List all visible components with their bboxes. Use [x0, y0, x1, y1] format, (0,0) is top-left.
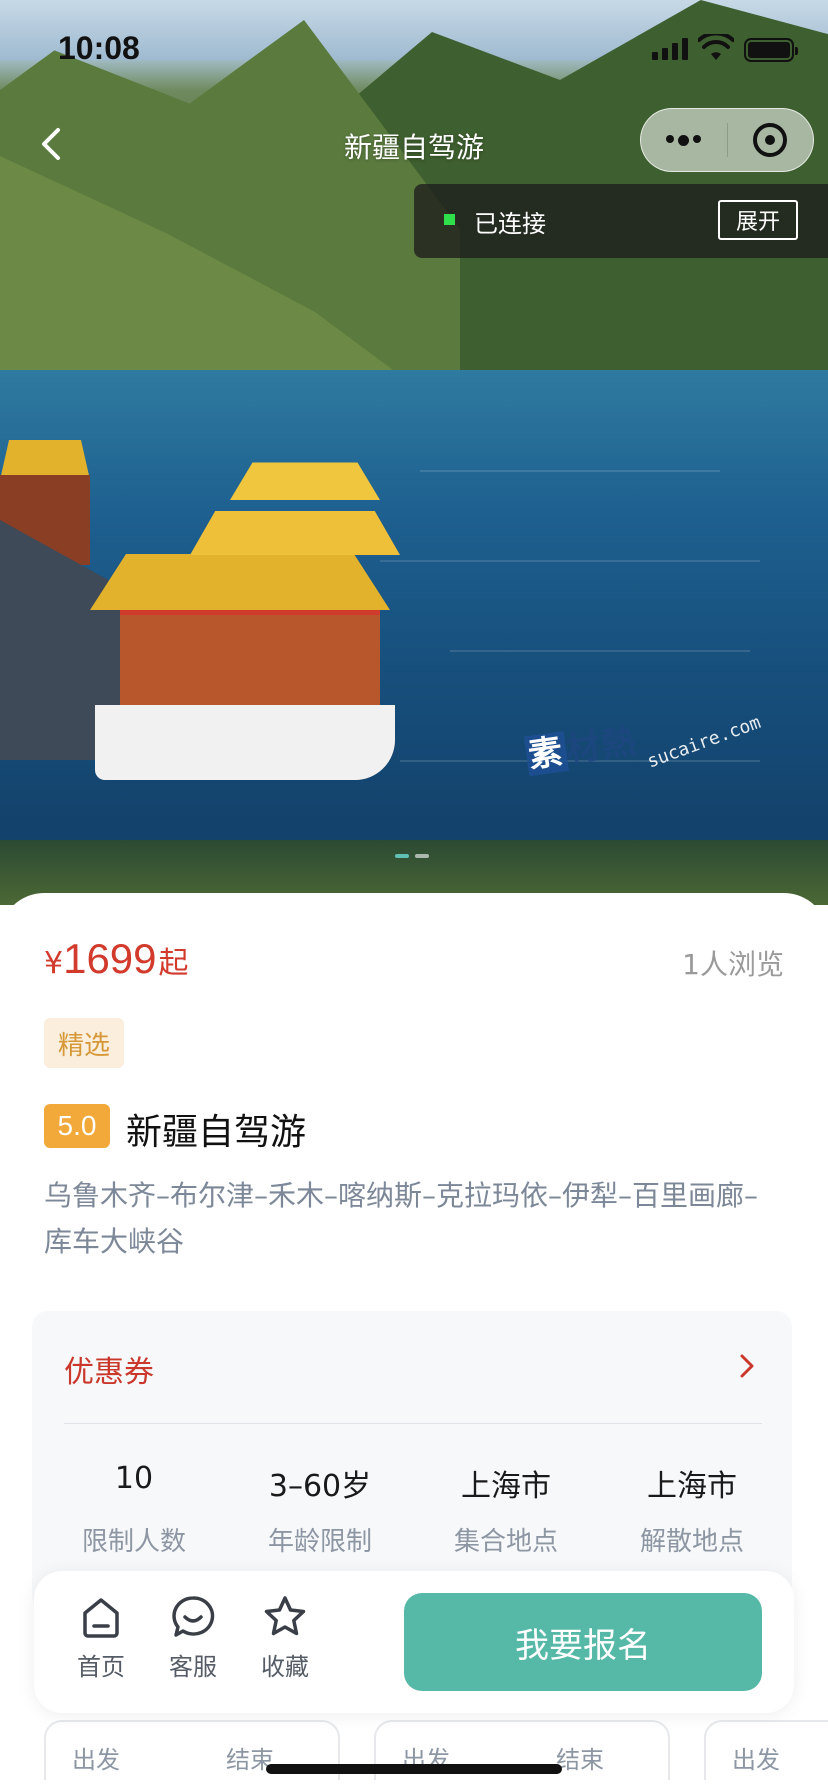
- connected-indicator-icon: [444, 214, 455, 225]
- trip-info: 10 限制人数 3–60岁 年龄限制 上海市 集合地点 上海市 解散地点: [64, 1461, 762, 1558]
- rating-badge: 5.0: [44, 1104, 110, 1148]
- carousel-indicator[interactable]: [395, 854, 429, 858]
- connection-banner: 已连接 展开: [414, 184, 828, 258]
- customer-service-icon: [172, 1596, 215, 1637]
- stat-dismissal-point: 上海市 解散地点: [639, 1469, 744, 1557]
- stat-age-limit: 3–60岁 年龄限制: [267, 1469, 372, 1557]
- home-icon: [83, 1598, 119, 1638]
- bottom-action-bar: 首页 客服 收藏 我要报名: [34, 1571, 794, 1713]
- tab-customer-service[interactable]: 客服: [148, 1593, 238, 1682]
- star-icon: [264, 1596, 306, 1636]
- route-description: 乌鲁木齐–布尔津–禾木–喀纳斯–克拉玛依–伊犁–百里画廊–库车大峡谷: [44, 1179, 759, 1258]
- product-title: 新疆自驾游: [126, 1112, 307, 1153]
- more-icon[interactable]: [641, 134, 727, 146]
- divider: [64, 1423, 762, 1424]
- status-time: 10:08: [58, 30, 140, 66]
- close-icon[interactable]: [728, 123, 814, 157]
- connection-status: 已连接: [474, 210, 546, 238]
- carousel-dot[interactable]: [395, 854, 409, 858]
- view-count: 1人浏览: [682, 948, 784, 981]
- signal-icon: [652, 38, 688, 60]
- expand-button[interactable]: 展开: [718, 200, 798, 240]
- mini-program-capsule: [640, 108, 814, 172]
- price: ¥ 1699 起: [44, 935, 189, 982]
- info-panel: 优惠券 10 限制人数 3–60岁 年龄限制 上海市 集合地点 上海市 解散地点: [32, 1311, 792, 1611]
- coupon-row[interactable]: 优惠券: [64, 1339, 764, 1399]
- chevron-right-icon: [740, 1354, 754, 1378]
- featured-badge: 精选: [44, 1018, 124, 1068]
- battery-icon: [744, 38, 798, 62]
- tab-favorite[interactable]: 收藏: [240, 1593, 330, 1682]
- date-chip[interactable]: 出发: [704, 1720, 828, 1780]
- stat-group-size: 10 限制人数: [81, 1461, 186, 1557]
- home-indicator[interactable]: [266, 1764, 562, 1774]
- coupon-label: 优惠券: [64, 1355, 154, 1390]
- wifi-icon: [698, 34, 734, 60]
- signup-button[interactable]: 我要报名: [404, 1593, 762, 1691]
- stat-meeting-point: 上海市 集合地点: [453, 1469, 558, 1557]
- status-bar: 10:08: [0, 0, 828, 100]
- carousel-dot[interactable]: [415, 854, 429, 858]
- tab-home[interactable]: 首页: [56, 1593, 146, 1682]
